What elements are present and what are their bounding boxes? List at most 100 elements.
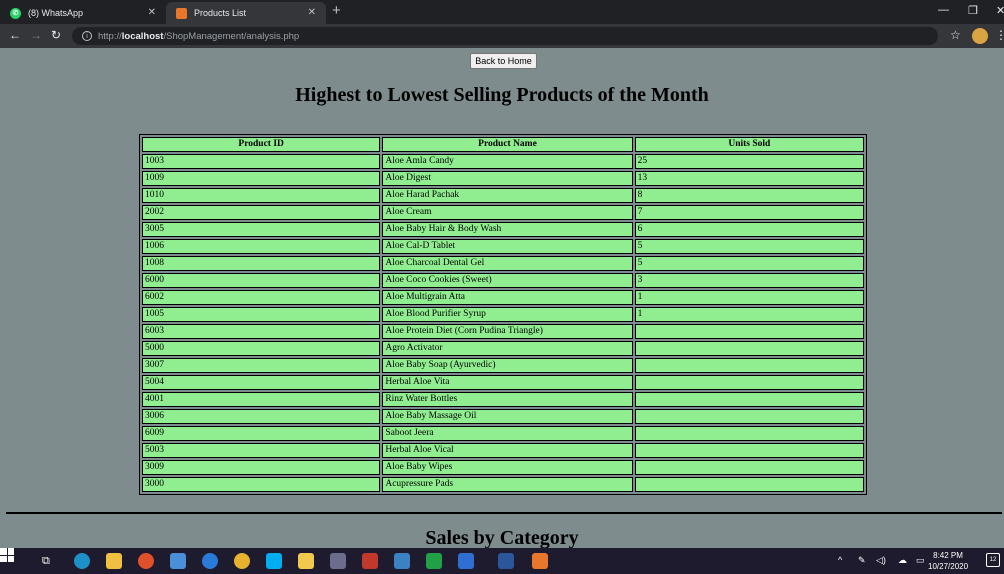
chevron-up-icon[interactable]: ^ [838, 555, 842, 565]
cell-units-sold: 1 [634, 307, 864, 322]
cell-units-sold [634, 392, 864, 407]
cell-product-name: Agro Activator [382, 341, 633, 356]
app-icon[interactable] [138, 553, 154, 569]
tab-title: Products List [194, 8, 247, 18]
tab-products-list[interactable]: Products List ✕ [166, 2, 326, 24]
cell-product-id: 2002 [142, 205, 381, 220]
cell-product-id: 1005 [142, 307, 381, 322]
section-divider [6, 512, 1002, 514]
windows-taskbar: ⧉ ^ ✎ ◁) ☁ ▭ 8:42 PM 10/27/2020 12 [0, 548, 1004, 574]
cell-product-id: 1010 [142, 188, 381, 203]
cell-product-id: 1006 [142, 239, 381, 254]
cell-product-name: Acupressure Pads [382, 477, 633, 492]
cell-product-name: Aloe Baby Massage Oil [382, 409, 633, 424]
address-bar[interactable]: i http://localhost/ShopManagement/analys… [72, 27, 938, 45]
table-row: 5000 Agro Activator [142, 341, 864, 356]
file-explorer-icon[interactable] [298, 553, 314, 569]
menu-dots-icon[interactable]: ⋮ [995, 28, 1004, 42]
cell-product-name: Aloe Charcoal Dental Gel [382, 256, 633, 271]
table-row: 4001 Rinz Water Bottles [142, 392, 864, 407]
pen-icon[interactable]: ✎ [858, 555, 866, 566]
word-icon[interactable] [498, 553, 514, 569]
chrome-icon[interactable] [234, 553, 250, 569]
app-icon[interactable] [394, 553, 410, 569]
internet-explorer-icon[interactable] [202, 553, 218, 569]
minimize-icon[interactable]: — [938, 4, 949, 16]
taskbar-clock[interactable]: 8:42 PM 10/27/2020 [928, 550, 968, 572]
close-icon[interactable]: ✕ [308, 7, 316, 18]
app-icon[interactable] [170, 553, 186, 569]
skype-icon[interactable] [266, 553, 282, 569]
cell-product-name: Rinz Water Bottles [382, 392, 633, 407]
tab-title: (8) WhatsApp [28, 8, 84, 18]
table-row: 3007 Aloe Baby Soap (Ayurvedic) [142, 358, 864, 373]
cell-product-name: Aloe Cream [382, 205, 633, 220]
tab-whatsapp[interactable]: ✆ (8) WhatsApp ✕ [0, 2, 166, 24]
cell-product-id: 1003 [142, 154, 381, 169]
reload-icon[interactable]: ↻ [51, 28, 61, 42]
edge-icon[interactable] [74, 553, 90, 569]
table-row: 6000 Aloe Coco Cookies (Sweet) 3 [142, 273, 864, 288]
active-app-icon[interactable] [532, 553, 548, 569]
cell-product-id: 5004 [142, 375, 381, 390]
cell-product-id: 6003 [142, 324, 381, 339]
table-row: 1010 Aloe Harad Pachak 8 [142, 188, 864, 203]
browser-tab-strip: ✆ (8) WhatsApp ✕ Products List ✕ + — ❐ ✕ [0, 0, 1004, 24]
cell-units-sold [634, 460, 864, 475]
battery-icon[interactable]: ▭ [916, 555, 925, 566]
cell-product-name: Saboot Jeera [382, 426, 633, 441]
page-title: Highest to Lowest Selling Products of th… [295, 84, 709, 106]
cell-product-name: Aloe Baby Wipes [382, 460, 633, 475]
windows-start-icon[interactable] [0, 548, 14, 562]
new-tab-icon[interactable]: + [332, 2, 341, 19]
url-scheme: http:// [98, 30, 122, 42]
cell-units-sold [634, 358, 864, 373]
table-row: 1009 Aloe Digest 13 [142, 171, 864, 186]
cell-units-sold: 1 [634, 290, 864, 305]
back-to-home-button[interactable]: Back to Home [470, 53, 537, 69]
cell-product-id: 4001 [142, 392, 381, 407]
cell-product-name: Aloe Blood Purifier Syrup [382, 307, 633, 322]
bookmark-star-icon[interactable]: ☆ [950, 28, 961, 43]
products-table: Product ID Product Name Units Sold 1003 A… [139, 134, 867, 495]
app-icon[interactable] [362, 553, 378, 569]
app-icon[interactable] [330, 553, 346, 569]
info-icon[interactable]: i [82, 31, 92, 41]
cell-product-id: 6009 [142, 426, 381, 441]
clock-time: 8:42 PM [933, 551, 963, 560]
restore-icon[interactable]: ❐ [968, 4, 978, 17]
notification-icon[interactable]: 12 [986, 553, 1000, 567]
store-icon[interactable] [106, 553, 122, 569]
cell-product-name: Aloe Digest [382, 171, 633, 186]
profile-avatar[interactable] [972, 28, 988, 44]
close-icon[interactable]: ✕ [148, 7, 156, 18]
cell-product-name: Aloe Amla Candy [382, 154, 633, 169]
table-row: 6002 Aloe Multigrain Atta 1 [142, 290, 864, 305]
cloud-icon[interactable]: ☁ [898, 555, 907, 566]
table-row: 6003 Aloe Protein Diet (Corn Pudina Trian… [142, 324, 864, 339]
table-row: 5004 Herbal Aloe Vita [142, 375, 864, 390]
close-window-icon[interactable]: ✕ [996, 4, 1004, 17]
cell-units-sold [634, 324, 864, 339]
cell-product-name: Herbal Aloe Vical [382, 443, 633, 458]
cell-product-id: 3000 [142, 477, 381, 492]
cell-product-id: 6000 [142, 273, 381, 288]
cell-product-name: Aloe Coco Cookies (Sweet) [382, 273, 633, 288]
cell-units-sold [634, 375, 864, 390]
section-title: Sales by Category [425, 527, 579, 549]
cell-product-id: 1009 [142, 171, 381, 186]
cell-product-name: Aloe Protein Diet (Corn Pudina Triangle) [382, 324, 633, 339]
back-arrow-icon[interactable]: ← [9, 28, 21, 42]
app-icon[interactable] [426, 553, 442, 569]
cell-product-id: 3007 [142, 358, 381, 373]
table-row: 3005 Aloe Baby Hair & Body Wash 6 [142, 222, 864, 237]
app-icon[interactable] [458, 553, 474, 569]
column-header-units-sold: Units Sold [634, 137, 864, 152]
volume-icon[interactable]: ◁) [876, 555, 886, 566]
task-view-icon[interactable]: ⧉ [42, 555, 50, 568]
cell-product-id: 1008 [142, 256, 381, 271]
table-row: 6009 Saboot Jeera [142, 426, 864, 441]
url-path: /ShopManagement/analysis.php [163, 30, 300, 42]
table-row: 1005 Aloe Blood Purifier Syrup 1 [142, 307, 864, 322]
forward-arrow-icon[interactable]: → [30, 28, 42, 42]
